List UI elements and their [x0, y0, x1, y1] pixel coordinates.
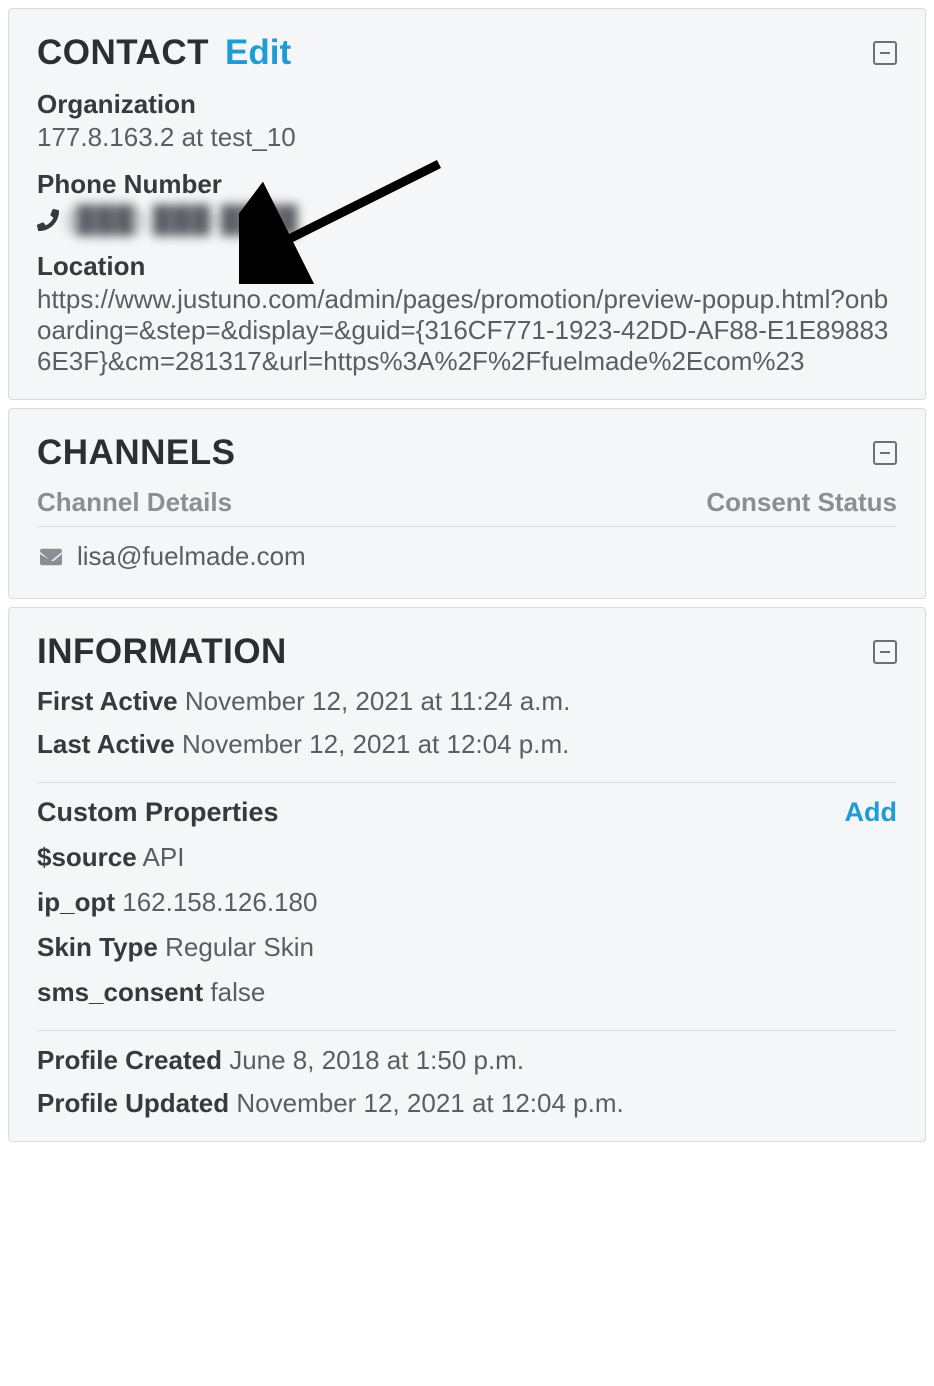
property-value: 162.158.126.180	[122, 887, 317, 917]
information-title: INFORMATION	[37, 632, 287, 672]
phone-label: Phone Number	[37, 169, 897, 200]
channels-columns: Channel Details Consent Status	[37, 487, 897, 527]
collapse-icon[interactable]	[873, 441, 897, 465]
profile-updated-label: Profile Updated	[37, 1088, 229, 1118]
property-value: API	[143, 842, 185, 872]
property-row: ip_opt 162.158.126.180	[37, 887, 897, 918]
divider	[37, 782, 897, 783]
information-header: INFORMATION	[37, 632, 897, 672]
last-active-row: Last Active November 12, 2021 at 12:04 p…	[37, 729, 897, 760]
phone-value: (███) ███-████	[67, 204, 298, 235]
profile-updated-value: November 12, 2021 at 12:04 p.m.	[236, 1088, 623, 1118]
information-panel: INFORMATION First Active November 12, 20…	[8, 607, 926, 1142]
channels-header: CHANNELS	[37, 433, 897, 473]
channel-row: lisa@fuelmade.com	[37, 527, 897, 576]
phone-icon	[37, 209, 59, 231]
profile-updated-row: Profile Updated November 12, 2021 at 12:…	[37, 1088, 897, 1119]
profile-created-label: Profile Created	[37, 1045, 222, 1075]
profile-created-value: June 8, 2018 at 1:50 p.m.	[229, 1045, 524, 1075]
property-key: Skin Type	[37, 932, 158, 962]
organization-value: 177.8.163.2 at test_10	[37, 122, 897, 153]
channel-details-header: Channel Details	[37, 487, 232, 518]
add-link[interactable]: Add	[845, 797, 897, 828]
property-value: false	[210, 977, 265, 1007]
collapse-icon[interactable]	[873, 640, 897, 664]
property-key: ip_opt	[37, 887, 115, 917]
channel-email[interactable]: lisa@fuelmade.com	[77, 541, 306, 572]
divider	[37, 1030, 897, 1031]
location-label: Location	[37, 251, 897, 282]
first-active-row: First Active November 12, 2021 at 11:24 …	[37, 686, 897, 717]
contact-panel: CONTACT Edit Organization 177.8.163.2 at…	[8, 8, 926, 400]
property-row: sms_consent false	[37, 977, 897, 1008]
property-key: $source	[37, 842, 137, 872]
first-active-label: First Active	[37, 686, 178, 716]
phone-row: (███) ███-████	[37, 204, 897, 235]
location-value: https://www.justuno.com/admin/pages/prom…	[37, 284, 897, 377]
channels-title: CHANNELS	[37, 433, 235, 473]
custom-properties-title: Custom Properties	[37, 797, 279, 828]
organization-label: Organization	[37, 89, 897, 120]
property-value: Regular Skin	[165, 932, 314, 962]
contact-header: CONTACT Edit	[37, 33, 897, 73]
last-active-label: Last Active	[37, 729, 175, 759]
property-row: Skin Type Regular Skin	[37, 932, 897, 963]
last-active-value: November 12, 2021 at 12:04 p.m.	[182, 729, 569, 759]
envelope-icon	[37, 546, 65, 568]
property-key: sms_consent	[37, 977, 203, 1007]
first-active-value: November 12, 2021 at 11:24 a.m.	[185, 686, 570, 716]
property-row: $source API	[37, 842, 897, 873]
consent-status-header: Consent Status	[706, 487, 897, 518]
custom-properties-header: Custom Properties Add	[37, 797, 897, 828]
profile-created-row: Profile Created June 8, 2018 at 1:50 p.m…	[37, 1045, 897, 1076]
channels-panel: CHANNELS Channel Details Consent Status …	[8, 408, 926, 599]
contact-title: CONTACT	[37, 33, 209, 73]
edit-link[interactable]: Edit	[225, 33, 291, 73]
collapse-icon[interactable]	[873, 41, 897, 65]
